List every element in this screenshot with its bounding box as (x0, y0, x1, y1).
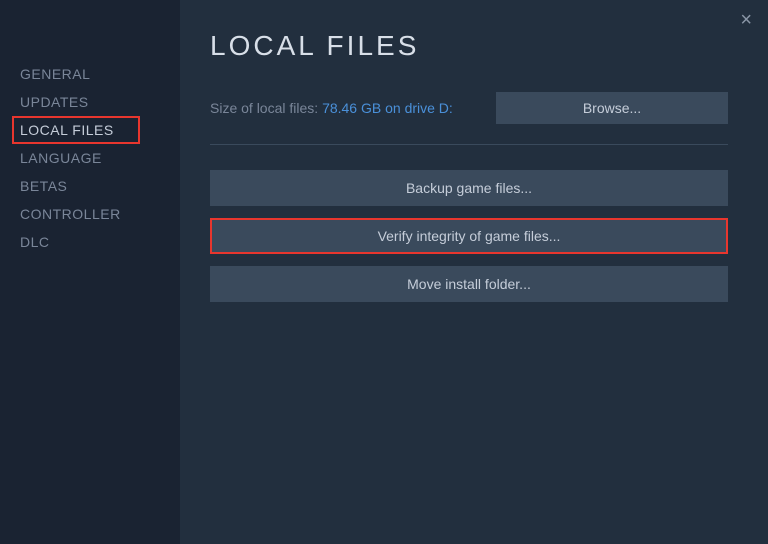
sidebar-item-language[interactable]: LANGUAGE (20, 144, 180, 172)
move-button[interactable]: Move install folder... (210, 266, 728, 302)
browse-button[interactable]: Browse... (496, 92, 728, 124)
backup-button[interactable]: Backup game files... (210, 170, 728, 206)
sidebar-item-betas[interactable]: BETAS (20, 172, 180, 200)
size-label: Size of local files: (210, 100, 322, 116)
sidebar: GENERAL UPDATES LOCAL FILES LANGUAGE BET… (0, 0, 180, 544)
main-panel: LOCAL FILES Size of local files: 78.46 G… (180, 0, 768, 544)
close-icon[interactable]: × (740, 10, 752, 30)
size-info-row: Size of local files: 78.46 GB on drive D… (210, 92, 728, 124)
size-value: 78.46 GB on drive D: (322, 100, 453, 116)
divider (210, 144, 728, 145)
verify-button[interactable]: Verify integrity of game files... (210, 218, 728, 254)
page-title: LOCAL FILES (210, 30, 728, 62)
sidebar-item-local-files[interactable]: LOCAL FILES (12, 116, 140, 144)
sidebar-item-dlc[interactable]: DLC (20, 228, 180, 256)
sidebar-item-controller[interactable]: CONTROLLER (20, 200, 180, 228)
sidebar-item-updates[interactable]: UPDATES (20, 88, 180, 116)
sidebar-item-general[interactable]: GENERAL (20, 60, 180, 88)
